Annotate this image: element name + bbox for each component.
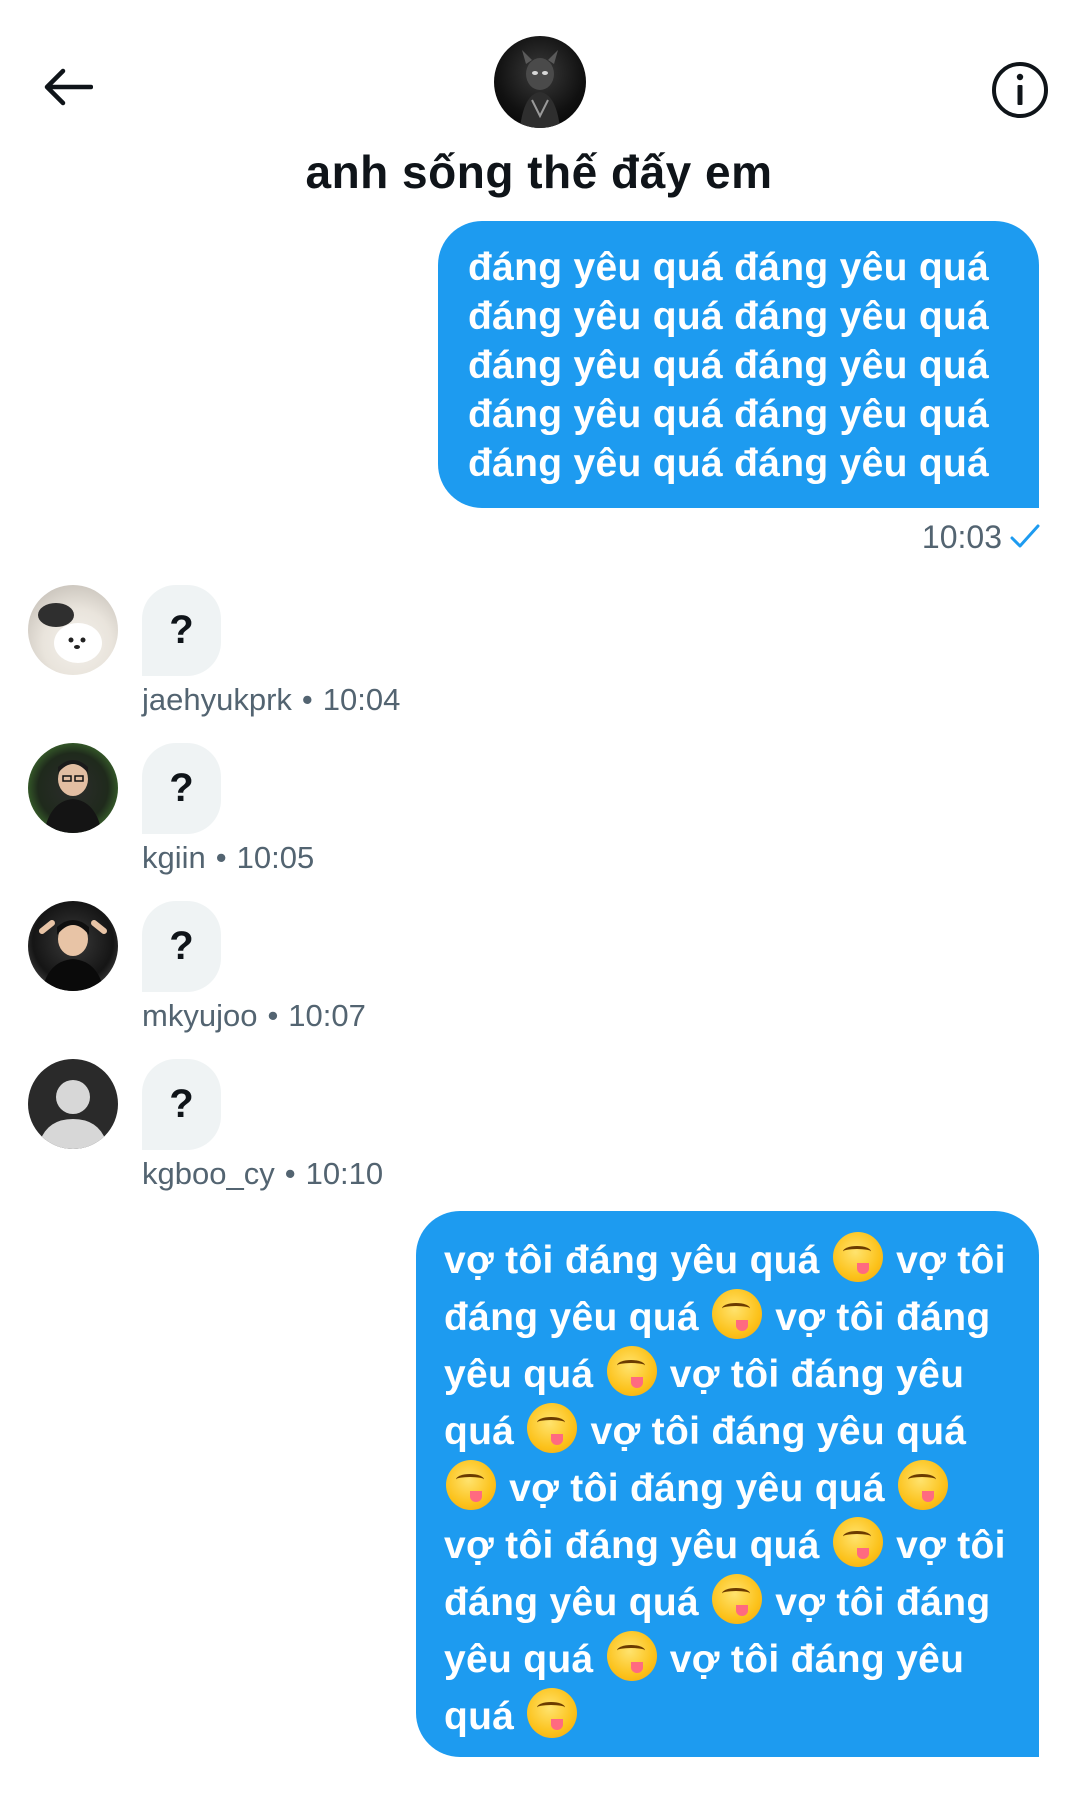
incoming-message-bubble[interactable]: ? xyxy=(142,1059,221,1150)
message-text: yêu quá xyxy=(444,1638,594,1681)
face-savoring-food-emoji xyxy=(898,1460,949,1510)
sender-username[interactable]: kgiin xyxy=(142,840,206,875)
face-savoring-food-emoji xyxy=(527,1403,578,1453)
message-text: vợ tôi đáng yêu xyxy=(669,1638,965,1681)
message-line: đáng yêu quá vợ tôi đáng xyxy=(444,1574,1013,1631)
message-meta: kgboo_cy • 10:10 xyxy=(142,1156,383,1192)
checkmark-icon xyxy=(1010,524,1040,548)
face-savoring-food-emoji xyxy=(446,1460,496,1510)
message-line: quá xyxy=(444,1688,1013,1745)
message-text: vợ tôi đáng yêu xyxy=(669,1353,965,1396)
message-status: 10:03 xyxy=(860,517,1040,557)
message-line: đáng yêu quá đáng yêu quá xyxy=(468,246,990,289)
message-time: 10:03 xyxy=(921,518,1002,555)
message-line: đáng yêu quá đáng yêu quá xyxy=(468,344,990,387)
meta-separator: • xyxy=(301,682,313,717)
message-text: vợ tôi xyxy=(896,1524,1006,1567)
avatar[interactable] xyxy=(28,901,118,991)
message-meta: jaehyukprk • 10:04 xyxy=(142,682,400,718)
message-text: vợ tôi xyxy=(896,1239,1006,1282)
dog-avatar-icon xyxy=(38,603,102,663)
incoming-message-bubble[interactable]: ? xyxy=(142,585,221,676)
person-avatar-icon xyxy=(39,920,107,991)
avatar[interactable] xyxy=(28,585,118,675)
avatar[interactable] xyxy=(28,743,118,833)
message-text: vợ tôi đáng yêu quá xyxy=(509,1467,885,1510)
meta-separator: • xyxy=(284,1156,296,1191)
message-line: yêu quá vợ tôi đáng yêu xyxy=(444,1346,1013,1403)
face-savoring-food-emoji xyxy=(712,1574,763,1624)
incoming-message-bubble[interactable]: ? xyxy=(142,743,221,834)
incoming-message-bubble[interactable]: ? xyxy=(142,901,221,992)
message-text: yêu quá xyxy=(444,1353,594,1396)
face-savoring-food-emoji xyxy=(606,1346,657,1396)
arrow-left-icon xyxy=(44,68,93,106)
avatar[interactable] xyxy=(28,1059,118,1149)
message-text: quá xyxy=(444,1695,515,1738)
message-line: vợ tôi đáng yêu quá vợ tôi xyxy=(444,1232,1013,1289)
meta-separator: • xyxy=(215,840,227,875)
message-time: 10:07 xyxy=(288,998,366,1033)
avatar-figure-icon xyxy=(520,50,560,128)
message-line: vợ tôi đáng yêu quá xyxy=(444,1460,1013,1517)
back-button[interactable] xyxy=(32,52,102,122)
sender-username[interactable]: kgboo_cy xyxy=(142,1156,275,1191)
face-savoring-food-emoji xyxy=(832,1232,883,1282)
message-line: quá vợ tôi đáng yêu quá xyxy=(444,1403,1013,1460)
info-circle-icon xyxy=(992,62,1048,118)
outgoing-message-bubble[interactable]: vợ tôi đáng yêu quá vợ tôi đáng yêu quá v… xyxy=(416,1211,1039,1757)
message-time: 10:10 xyxy=(305,1156,384,1191)
face-savoring-food-emoji xyxy=(527,1688,578,1738)
message-line: yêu quá vợ tôi đáng yêu xyxy=(444,1631,1013,1688)
face-savoring-food-emoji xyxy=(606,1631,657,1681)
message-text: vợ tôi đáng xyxy=(775,1581,991,1624)
meta-separator: • xyxy=(267,998,279,1033)
sender-username[interactable]: mkyujoo xyxy=(142,998,257,1033)
message-time: 10:04 xyxy=(322,682,401,717)
message-line: đáng yêu quá đáng yêu quá xyxy=(468,442,990,485)
message-line: đáng yêu quá vợ tôi đáng xyxy=(444,1289,1013,1346)
message-text: quá xyxy=(444,1410,515,1453)
message-text: đáng yêu quá xyxy=(444,1296,699,1339)
message-text: vợ tôi đáng xyxy=(775,1296,991,1339)
message-text: vợ tôi đáng yêu quá xyxy=(444,1239,820,1282)
sender-username[interactable]: jaehyukprk xyxy=(142,682,292,717)
outgoing-message-bubble[interactable]: đáng yêu quá đáng yêu quá đáng yêu quá đ… xyxy=(438,221,1039,508)
message-text: đáng yêu quá xyxy=(444,1581,699,1624)
group-avatar[interactable] xyxy=(494,36,586,128)
face-savoring-food-emoji xyxy=(832,1517,883,1567)
conversation-info-button[interactable] xyxy=(980,50,1060,130)
message-text: vợ tôi đáng yêu quá xyxy=(590,1410,967,1453)
face-savoring-food-emoji xyxy=(712,1289,763,1339)
message-line: vợ tôi đáng yêu quá vợ tôi xyxy=(444,1517,1013,1574)
person-avatar-icon xyxy=(44,760,102,833)
message-line: đáng yêu quá đáng yêu quá xyxy=(468,393,990,436)
message-meta: kgiin • 10:05 xyxy=(142,840,314,876)
message-text: vợ tôi đáng yêu quá xyxy=(444,1524,820,1567)
message-meta: mkyujoo • 10:07 xyxy=(142,998,366,1034)
default-profile-icon xyxy=(40,1080,106,1149)
conversation-title: anh sống thế đấy em xyxy=(305,146,773,198)
message-line: đáng yêu quá đáng yêu quá xyxy=(468,295,990,338)
message-time: 10:05 xyxy=(236,840,315,875)
